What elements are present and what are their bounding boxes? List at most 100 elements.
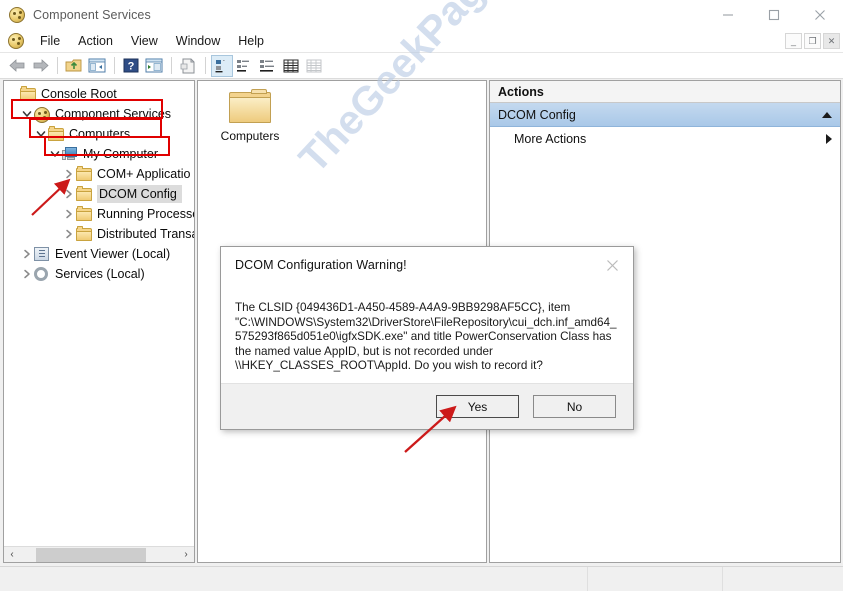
folder-icon [76,166,92,182]
minimize-button[interactable] [705,0,751,30]
export-list-icon[interactable] [177,55,199,77]
console-tree-panel[interactable]: Console Root Component Services Computers M… [3,80,195,563]
folder-icon [20,86,36,102]
tree-item-component-services[interactable]: Component Services [4,104,194,124]
tree-item-label: Distributed Transa [97,227,195,241]
tree-item-services-local[interactable]: Services (Local) [4,264,194,284]
tree-item-running-processe[interactable]: Running Processe [4,204,194,224]
tree-item-com-applicatio[interactable]: COM+ Applicatio [4,164,194,184]
status-segment-2 [588,567,723,591]
chevron-right-icon[interactable] [20,244,34,264]
chevron-right-icon[interactable] [62,204,76,224]
computer-icon [62,146,78,162]
tree-item-distributed-transa[interactable]: Distributed Transa [4,224,194,244]
tree-horizontal-scrollbar[interactable]: ‹ › [4,546,194,562]
mdi-minimize-button[interactable]: _ [785,33,802,49]
chevron-right-icon[interactable] [20,264,34,284]
actions-group-label: DCOM Config [498,107,576,122]
maximize-button[interactable] [751,0,797,30]
component-services-icon [9,7,25,23]
folder-icon [76,186,92,202]
scroll-track[interactable] [20,547,178,563]
mdi-window-controls: _ ❐ ✕ [785,33,840,49]
up-folder-icon[interactable] [63,55,85,77]
list-item-label: Computers [220,129,280,143]
dialog-title: DCOM Configuration Warning! [235,258,407,272]
tree-item-label: Services (Local) [55,267,145,281]
actions-group-dcom-config[interactable]: DCOM Config [490,103,840,127]
status-bar [0,566,843,591]
list-item[interactable]: Computers [215,89,285,143]
list-view-icon[interactable] [257,55,279,77]
dcom-configuration-warning-dialog[interactable]: DCOM Configuration Warning! The CLSID {0… [220,246,634,430]
window-title: Component Services [33,8,151,22]
large-icons-view-icon[interactable] [211,54,233,77]
actions-item-more-actions[interactable]: More Actions [490,127,840,151]
tree-item-event-viewer-local[interactable]: Event Viewer (Local) [4,244,194,264]
menu-bar: File Action View Window Help _ ❐ ✕ [0,30,843,53]
dialog-body: The CLSID {049436D1-A450-4589-A4A9-9BB92… [221,283,633,383]
chevron-right-icon[interactable] [62,184,76,204]
tree-item-dcom-config[interactable]: DCOM Config [4,184,194,204]
tree-item-label: DCOM Config [97,185,182,203]
tree-item-label: Computers [69,127,131,141]
console-tree[interactable]: Console Root Component Services Computers M… [4,81,194,284]
dialog-title-bar: DCOM Configuration Warning! [221,247,633,283]
chevron-down-icon[interactable] [34,124,48,144]
folder-icon [48,126,64,142]
tree-item-label: Console Root [41,87,117,101]
tree-item-label: Event Viewer (Local) [55,247,171,261]
folder-icon [229,89,271,123]
chevron-right-icon[interactable] [62,224,76,244]
chevron-down-icon[interactable] [20,104,34,124]
yes-button[interactable]: Yes [436,395,519,418]
menu-action[interactable]: Action [69,32,122,50]
menu-help[interactable]: Help [229,32,273,50]
show-hide-tree-icon[interactable] [86,55,108,77]
scroll-right-arrow[interactable]: › [178,549,194,560]
scroll-thumb[interactable] [36,547,146,562]
actions-header: Actions [490,81,840,103]
services-gear-icon [34,266,50,282]
tree-item-my-computer[interactable]: My Computer [4,144,194,164]
menu-file[interactable]: File [31,32,69,50]
chevron-right-icon[interactable] [826,134,832,144]
detail-view-icon[interactable] [280,55,302,77]
folder-icon [76,206,92,222]
actions-item-label: More Actions [514,132,587,146]
tree-item-computers[interactable]: Computers [4,124,194,144]
component-services-window: Component Services File Action View Wind… [0,0,843,591]
status-segment-3 [723,567,843,591]
properties-icon[interactable] [143,55,165,77]
chevron-up-icon[interactable] [822,111,832,118]
close-icon[interactable] [597,252,627,278]
component-services-icon [34,106,50,123]
toolbar: ? [0,53,843,79]
close-button[interactable] [797,0,843,30]
menu-view[interactable]: View [122,32,167,50]
tree-item-label: My Computer [83,147,159,161]
menu-window[interactable]: Window [167,32,229,50]
console-icon [8,33,24,49]
back-icon[interactable] [6,55,28,77]
folder-icon [76,226,92,242]
dialog-message: The CLSID {049436D1-A450-4589-A4A9-9BB92… [235,301,617,373]
chevron-down-icon[interactable] [48,144,62,164]
chevron-right-icon[interactable] [62,164,76,184]
tree-item-label: COM+ Applicatio [97,167,191,181]
mdi-restore-button[interactable]: ❐ [804,33,821,49]
title-bar: Component Services [0,0,843,30]
tree-item-label: Component Services [55,107,172,121]
event-viewer-icon [34,246,50,262]
scroll-left-arrow[interactable]: ‹ [4,549,20,560]
detail-view-disabled-icon [303,55,325,77]
forward-icon[interactable] [29,55,51,77]
tree-item-console-root[interactable]: Console Root [4,84,194,104]
dialog-footer: Yes No [221,383,633,429]
window-controls [705,0,843,30]
mdi-close-button[interactable]: ✕ [823,33,840,49]
no-button[interactable]: No [533,395,616,418]
small-icons-view-icon[interactable] [234,55,256,77]
help-icon[interactable]: ? [120,55,142,77]
tree-item-label: Running Processe [97,207,195,221]
